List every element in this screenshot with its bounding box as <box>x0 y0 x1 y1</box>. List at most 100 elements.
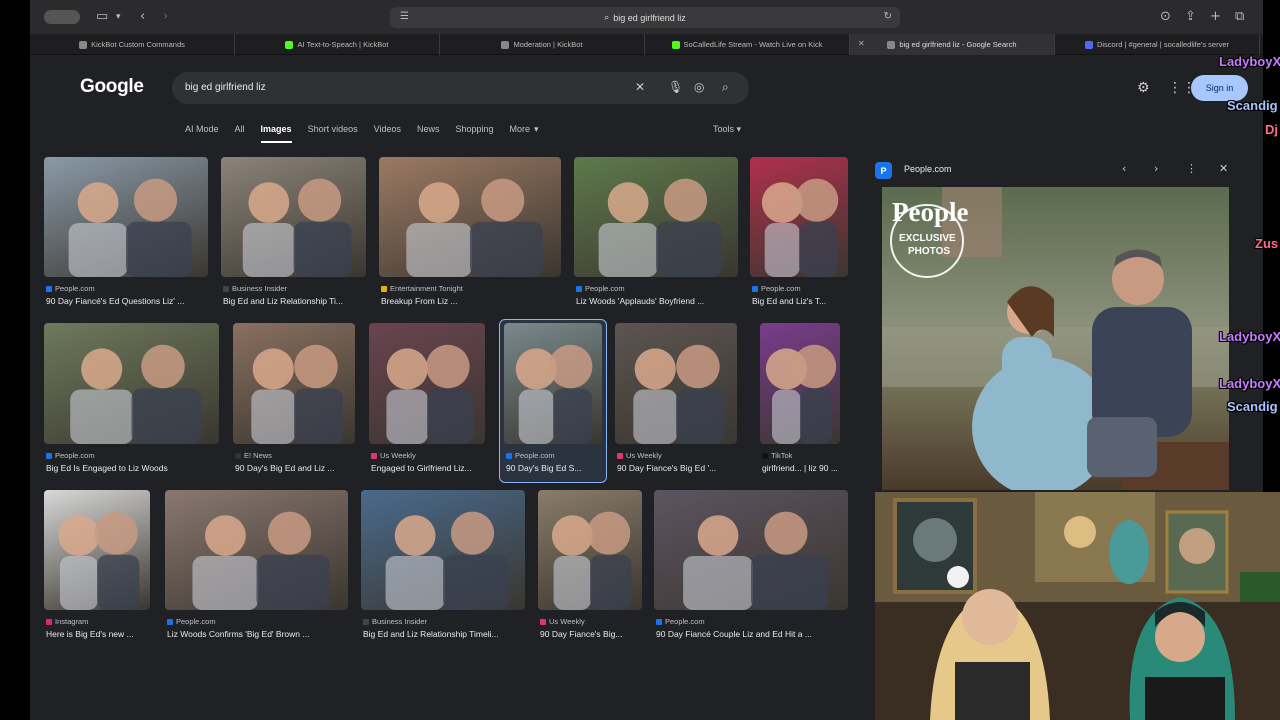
browser-tab[interactable]: AI Text-to-Speach | KickBot <box>235 34 440 55</box>
settings-gear-icon[interactable]: ⚙ <box>1137 80 1150 96</box>
result-thumbnail[interactable] <box>369 323 485 444</box>
image-result[interactable]: Us Weekly 90 Day Fiance's Big... <box>538 490 642 650</box>
image-result[interactable]: People.com Liz Woods 'Applauds' Boyfriend… <box>574 157 738 317</box>
image-result[interactable]: People.com Big Ed Is Engaged to Liz Woods <box>44 323 219 484</box>
nav-tab[interactable]: More <box>510 124 531 135</box>
preview-image[interactable]: People EXCLUSIVE PHOTOS <box>882 187 1229 490</box>
search-box[interactable]: big ed girlfriend liz ✕ 🎙 ◎ ⌕ <box>172 72 749 104</box>
search-tabs: AI Mode All Images Short videos Videos News Sh… <box>185 124 539 143</box>
close-icon[interactable]: ✕ <box>1219 162 1228 175</box>
result-title[interactable]: girlfriend... | liz 90 ... <box>762 463 872 473</box>
result-thumbnail[interactable] <box>361 490 525 610</box>
result-thumbnail[interactable] <box>44 490 150 610</box>
nav-tab[interactable]: All <box>235 124 245 135</box>
result-thumbnail[interactable] <box>760 323 840 444</box>
result-source: Entertainment Tonight <box>381 284 463 293</box>
result-title[interactable]: Liz Woods 'Applauds' Boyfriend ... <box>576 296 740 306</box>
result-thumbnail[interactable] <box>221 157 366 277</box>
image-result[interactable]: People.com 90 Day Fiancé Couple Liz and E… <box>654 490 848 650</box>
browser-tab[interactable]: SoCalledLife Stream - Watch Live on Kick <box>645 34 850 55</box>
result-title[interactable]: Big Ed and Liz Relationship Timeli... <box>363 629 527 639</box>
result-title[interactable]: 90 Day Fiance's Big... <box>540 629 650 639</box>
nav-tab[interactable]: Videos <box>374 124 401 135</box>
nav-tab[interactable]: Shopping <box>455 124 493 135</box>
clear-icon[interactable]: ✕ <box>635 80 645 94</box>
result-title[interactable]: Engaged to Girlfriend Liz... <box>371 463 487 473</box>
result-title[interactable]: 90 Day Fiancé's Ed Questions Liz' ... <box>46 296 210 306</box>
browser-tab[interactable]: ✕ big ed girlfriend liz - Google Search <box>850 34 1055 55</box>
result-thumbnail[interactable] <box>504 323 602 444</box>
result-thumbnail[interactable] <box>379 157 561 277</box>
tab-favicon <box>79 40 88 49</box>
tools-button[interactable]: Tools ▾ <box>713 124 741 135</box>
image-result[interactable]: Business Insider Big Ed and Liz Relations… <box>361 490 525 650</box>
image-result[interactable]: People.com 90 Day's Big Ed S... <box>504 323 602 484</box>
downloads-icon[interactable]: ⊙ <box>1160 8 1171 26</box>
reload-icon[interactable]: ↻ <box>884 11 892 22</box>
result-title[interactable]: Big Ed and Liz's T... <box>752 296 862 306</box>
result-thumbnail[interactable] <box>615 323 737 444</box>
nav-tab[interactable]: Images <box>260 124 292 143</box>
tab-favicon <box>887 40 896 49</box>
image-result[interactable]: Instagram Here is Big Ed's new ... <box>44 490 150 650</box>
image-result[interactable]: TikTok girlfriend... | liz 90 ... <box>760 323 840 484</box>
nav-tab[interactable]: Short videos <box>308 124 358 135</box>
google-logo[interactable]: Google <box>80 76 144 98</box>
result-thumbnail[interactable] <box>233 323 355 444</box>
tab-close-icon[interactable]: ✕ <box>858 39 865 48</box>
source-favicon-icon <box>656 618 662 625</box>
window-controls[interactable] <box>44 10 80 24</box>
result-title[interactable]: 90 Day's Big Ed and Liz ... <box>235 463 357 473</box>
back-icon[interactable]: ‹ <box>140 8 145 26</box>
search-icon: ⌕ <box>604 12 610 23</box>
result-thumbnail[interactable] <box>574 157 738 277</box>
browser-tab[interactable]: Moderation | KickBot <box>440 34 645 55</box>
result-title[interactable]: Breakup From Liz ... <box>381 296 563 306</box>
search-icon[interactable]: ⌕ <box>722 80 729 95</box>
result-title[interactable]: Big Ed Is Engaged to Liz Woods <box>46 463 221 473</box>
search-input[interactable]: big ed girlfriend liz <box>185 82 266 93</box>
result-title[interactable]: Here is Big Ed's new ... <box>46 629 156 639</box>
tab-overview-icon[interactable]: ⧉ <box>1235 8 1244 26</box>
forward-icon[interactable]: › <box>163 8 168 26</box>
new-tab-icon[interactable]: + <box>1210 8 1221 26</box>
preview-source[interactable]: People.com <box>904 164 952 174</box>
result-thumbnail[interactable] <box>44 323 219 444</box>
image-result[interactable]: People.com Big Ed and Liz's T... <box>750 157 848 317</box>
image-result[interactable]: People.com Liz Woods Confirms 'Big Ed' Br… <box>165 490 348 650</box>
chevron-down-icon[interactable]: ▾ <box>116 8 121 26</box>
previous-icon[interactable]: ‹ <box>1122 162 1126 175</box>
result-source: Instagram <box>46 617 88 626</box>
image-result[interactable]: E! News 90 Day's Big Ed and Liz ... <box>233 323 355 484</box>
microphone-icon[interactable]: 🎙 <box>668 80 683 94</box>
source-favicon-icon <box>371 452 377 459</box>
result-thumbnail[interactable] <box>44 157 208 277</box>
result-title[interactable]: 90 Day Fiance's Big Ed '... <box>617 463 739 473</box>
result-thumbnail[interactable] <box>654 490 848 610</box>
tab-favicon <box>501 40 510 49</box>
result-thumbnail[interactable] <box>165 490 348 610</box>
reader-icon[interactable]: ☰ <box>400 11 409 22</box>
image-result[interactable]: Us Weekly 90 Day Fiance's Big Ed '... <box>615 323 737 484</box>
result-thumbnail[interactable] <box>538 490 642 610</box>
result-title[interactable]: 90 Day's Big Ed S... <box>506 463 616 473</box>
image-result[interactable]: Entertainment Tonight Breakup From Liz ..… <box>379 157 561 317</box>
result-title[interactable]: Liz Woods Confirms 'Big Ed' Brown ... <box>167 629 350 639</box>
result-title[interactable]: 90 Day Fiancé Couple Liz and Ed Hit a ..… <box>656 629 850 639</box>
browser-tab[interactable]: Discord | #general | socalledlife's serv… <box>1055 34 1260 55</box>
image-result[interactable]: People.com 90 Day Fiancé's Ed Questions L… <box>44 157 208 317</box>
result-source: People.com <box>752 284 801 293</box>
nav-tab[interactable]: News <box>417 124 440 135</box>
browser-tab[interactable]: KickBot Custom Commands <box>30 34 235 55</box>
next-icon[interactable]: › <box>1154 162 1158 175</box>
image-result[interactable]: Business Insider Big Ed and Liz Relations… <box>221 157 366 317</box>
result-thumbnail[interactable] <box>750 157 848 277</box>
share-icon[interactable]: ⇪ <box>1185 8 1196 26</box>
nav-tab[interactable]: AI Mode <box>185 124 219 135</box>
sidebar-icon[interactable]: ▭ <box>96 8 108 26</box>
result-title[interactable]: Big Ed and Liz Relationship Ti... <box>223 296 368 306</box>
address-bar[interactable]: ☰ ⌕ big ed girlfriend liz ↻ <box>390 7 900 28</box>
lens-icon[interactable]: ◎ <box>694 80 704 94</box>
more-options-icon[interactable]: ⋮ <box>1186 162 1197 175</box>
image-result[interactable]: Us Weekly Engaged to Girlfriend Liz... <box>369 323 485 484</box>
